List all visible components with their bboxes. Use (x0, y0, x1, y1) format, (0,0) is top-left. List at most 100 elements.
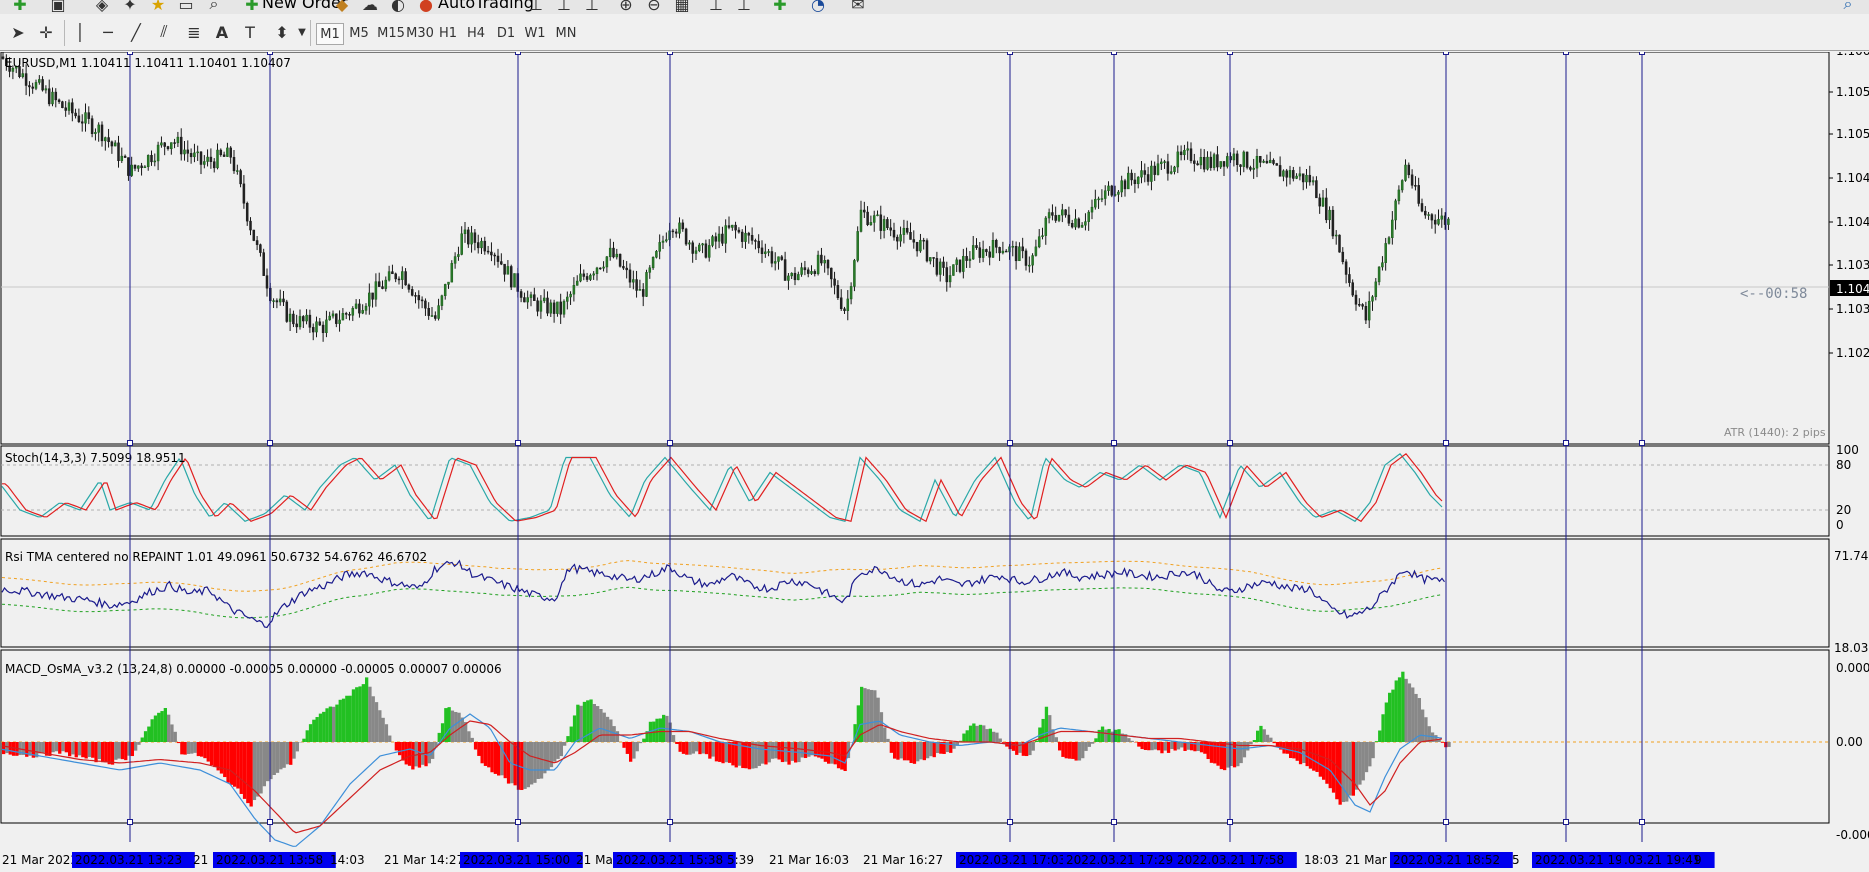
timeframe-mn[interactable]: MN (552, 23, 580, 43)
marker-handle[interactable] (515, 819, 521, 825)
macd-histogram-bar (1018, 742, 1022, 753)
candle-body (1216, 154, 1219, 168)
candle-body (173, 142, 176, 144)
marker-handle[interactable] (515, 440, 521, 446)
new-order-icon[interactable]: ✚ (240, 0, 264, 14)
macd-histogram-bar (513, 742, 517, 786)
macd-histogram-bar (68, 742, 72, 757)
fibonacci-icon[interactable]: ≣ (182, 20, 206, 44)
macd-histogram-bar (1061, 742, 1065, 757)
metaeditor-icon[interactable]: ◆ (330, 0, 354, 14)
candle-body (77, 115, 81, 123)
marker-handle[interactable] (1111, 440, 1117, 446)
marker-handle[interactable] (267, 819, 273, 825)
text-label-icon[interactable]: T (238, 20, 262, 44)
candle-body (229, 147, 232, 158)
candle-body (800, 267, 803, 275)
navigator-icon[interactable]: ✦ (118, 0, 142, 14)
cursor-arrow-icon[interactable]: ➤ (6, 20, 30, 44)
marker-handle[interactable] (1639, 440, 1645, 446)
profiles-icon[interactable]: ▣ (46, 0, 70, 14)
marker-handle[interactable] (1443, 440, 1449, 446)
timeframe-h4[interactable]: H4 (464, 23, 488, 43)
templates-icon[interactable]: ✉ (846, 0, 870, 14)
timeframe-w1[interactable]: W1 (522, 23, 548, 43)
timeframe-m5[interactable]: M5 (346, 23, 372, 43)
marker-handle[interactable] (1007, 440, 1013, 446)
marker-handle[interactable] (1563, 819, 1569, 825)
search-icon[interactable]: ⌕ (1836, 0, 1860, 14)
horizontal-line-icon[interactable]: ─ (96, 20, 120, 44)
text-icon[interactable]: A (210, 20, 234, 44)
candle-body (803, 267, 807, 271)
marker-handle[interactable] (1111, 819, 1117, 825)
periods-icon[interactable]: ◔ (806, 0, 830, 14)
crosshair-icon[interactable]: ✛ (34, 20, 58, 44)
cloud-icon[interactable]: ☁ (358, 0, 382, 14)
marker-handle[interactable] (667, 52, 673, 55)
market-watch-icon[interactable]: ◈ (90, 0, 114, 14)
macd-histogram-bar (1242, 742, 1247, 758)
candle-chart-icon[interactable]: ⊥ (552, 0, 576, 14)
macd-histogram-bar (543, 742, 547, 774)
marker-handle[interactable] (667, 440, 673, 446)
macd-histogram-bar (655, 718, 659, 742)
timeframe-h1[interactable]: H1 (436, 23, 460, 43)
terminal-icon[interactable]: ▭ (174, 0, 198, 14)
autotrading-icon[interactable]: ● (414, 0, 438, 14)
macd-histogram-bar (213, 742, 217, 768)
marker-handle[interactable] (267, 440, 273, 446)
marker-handle[interactable] (1111, 52, 1117, 55)
tile-windows-icon[interactable]: ▦ (670, 0, 694, 14)
candle-body (146, 155, 150, 168)
marker-handle[interactable] (127, 440, 133, 446)
macd-histogram-bar (8, 742, 12, 755)
trend-line-icon[interactable]: ╱ (124, 20, 148, 44)
indicators-icon[interactable]: ✚ (768, 0, 792, 14)
timeframe-m15[interactable]: M15 (376, 23, 406, 43)
marker-handle[interactable] (1227, 819, 1233, 825)
favorites-icon[interactable]: ★ (146, 0, 170, 14)
timeframe-d1[interactable]: D1 (494, 23, 518, 43)
autoscroll-icon[interactable]: ⊥ (704, 0, 728, 14)
candle-body (902, 227, 906, 235)
candle-body (1371, 296, 1374, 302)
marker-handle[interactable] (1227, 440, 1233, 446)
add-icon[interactable]: ✚ (8, 0, 32, 14)
candle-body (632, 279, 635, 283)
vertical-line-icon[interactable]: │ (68, 20, 92, 44)
candle-body (1127, 172, 1130, 190)
marker-handle[interactable] (127, 819, 133, 825)
candle-body (684, 228, 688, 245)
marker-handle[interactable] (1563, 52, 1569, 55)
marker-handle[interactable] (127, 52, 133, 55)
chart-shift-icon[interactable]: ⊥ (732, 0, 756, 14)
marker-handle[interactable] (1443, 52, 1449, 55)
autotrading-button[interactable]: AutoTrading (438, 0, 534, 12)
marker-handle[interactable] (1007, 52, 1013, 55)
bar-chart-icon[interactable]: ⊥ (524, 0, 548, 14)
candle-body (602, 266, 605, 269)
marker-handle[interactable] (1007, 819, 1013, 825)
equidistant-channel-icon[interactable]: ⫽ (152, 20, 176, 44)
macd-histogram-bar (285, 742, 290, 765)
tester-icon[interactable]: ⌕ (202, 0, 226, 14)
marker-handle[interactable] (515, 52, 521, 55)
timeframe-m30[interactable]: M30 (406, 23, 434, 43)
macd-histogram-bar (289, 742, 293, 765)
chart-window[interactable]: EURUSD,M1 1.10411 1.10411 1.10401 1.1040… (0, 52, 1869, 872)
candle-body (219, 149, 223, 156)
zoom-out-icon[interactable]: ⊖ (642, 0, 666, 14)
marker-handle[interactable] (1443, 819, 1449, 825)
marker-handle[interactable] (1563, 440, 1569, 446)
marker-handle[interactable] (1639, 52, 1645, 55)
timeframe-m1[interactable]: M1 (316, 23, 344, 45)
line-chart-icon[interactable]: ⊥ (580, 0, 604, 14)
marker-handle[interactable] (1227, 52, 1233, 55)
marker-handle[interactable] (267, 52, 273, 55)
marker-handle[interactable] (667, 819, 673, 825)
macd-histogram-bar (883, 727, 887, 742)
marker-handle[interactable] (1639, 819, 1645, 825)
zoom-in-icon[interactable]: ⊕ (614, 0, 638, 14)
signals-icon[interactable]: ◐ (386, 0, 410, 14)
